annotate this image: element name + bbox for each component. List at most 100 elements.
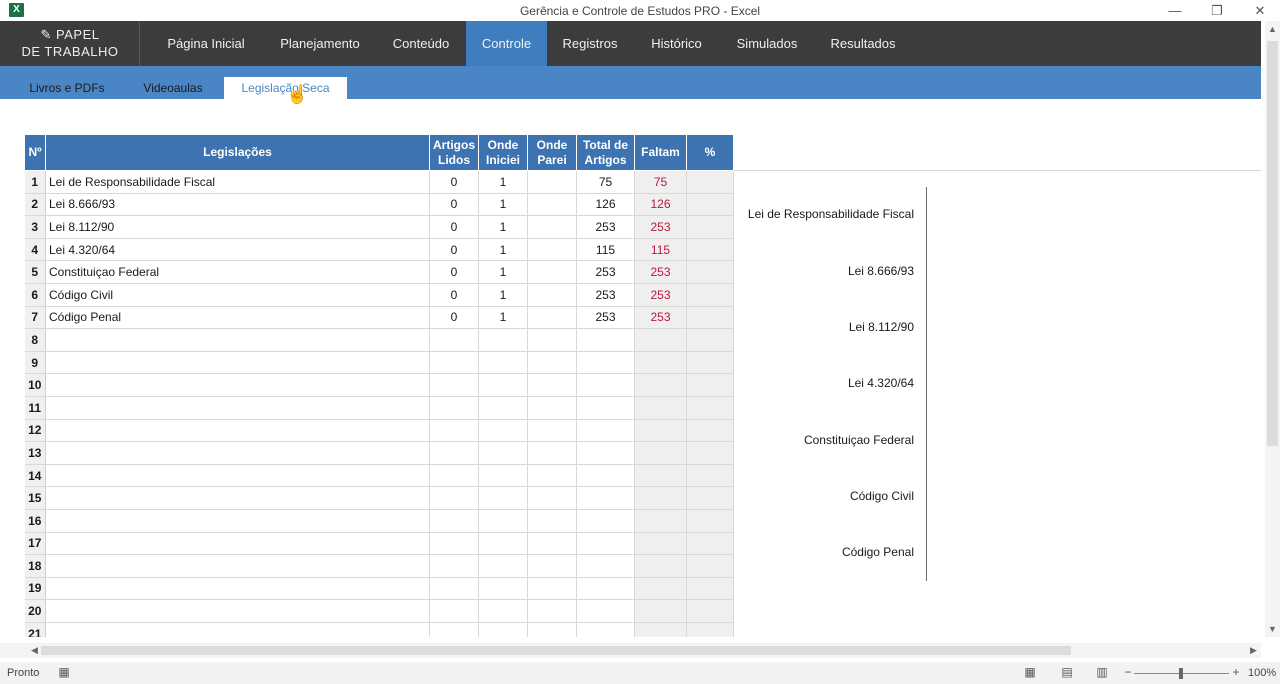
onde-iniciei-cell[interactable]: 1	[478, 193, 528, 217]
faltam-cell[interactable]: 253	[634, 260, 687, 284]
legislacao-cell[interactable]: Lei 4.320/64	[45, 238, 430, 262]
onde-parei-cell[interactable]	[527, 170, 577, 194]
total-artigos-cell[interactable]	[576, 622, 635, 637]
total-artigos-cell[interactable]	[576, 532, 635, 556]
percent-cell[interactable]	[686, 170, 734, 194]
close-button[interactable]: ✕	[1240, 0, 1280, 21]
total-artigos-cell[interactable]	[576, 441, 635, 465]
scroll-down-icon[interactable]: ▼	[1268, 624, 1277, 634]
header-onde-iniciei[interactable]: Onde Iniciei	[478, 134, 528, 171]
artigos-lidos-cell[interactable]	[429, 373, 479, 397]
percent-cell[interactable]	[686, 396, 734, 420]
artigos-lidos-cell[interactable]	[429, 599, 479, 623]
legislacao-cell[interactable]	[45, 464, 430, 488]
total-artigos-cell[interactable]: 253	[576, 215, 635, 239]
row-number[interactable]: 21	[24, 622, 46, 637]
zoom-slider-thumb[interactable]	[1179, 668, 1183, 679]
legislacao-cell[interactable]	[45, 599, 430, 623]
total-artigos-cell[interactable]	[576, 373, 635, 397]
legislacao-cell[interactable]: Constituiçao Federal	[45, 260, 430, 284]
total-artigos-cell[interactable]	[576, 396, 635, 420]
artigos-lidos-cell[interactable]	[429, 328, 479, 352]
nav-controle[interactable]: Controle	[466, 21, 547, 66]
faltam-cell[interactable]	[634, 441, 687, 465]
faltam-cell[interactable]	[634, 396, 687, 420]
onde-iniciei-cell[interactable]	[478, 486, 528, 510]
onde-iniciei-cell[interactable]	[478, 532, 528, 556]
onde-parei-cell[interactable]	[527, 464, 577, 488]
macro-record-icon[interactable]: ▦	[57, 666, 71, 679]
header-onde-parei[interactable]: Onde Parei	[527, 134, 577, 171]
percent-cell[interactable]	[686, 464, 734, 488]
minimize-button[interactable]: —	[1155, 0, 1195, 21]
legislacao-cell[interactable]	[45, 419, 430, 443]
onde-iniciei-cell[interactable]	[478, 373, 528, 397]
nav-resultados[interactable]: Resultados	[822, 21, 904, 66]
artigos-lidos-cell[interactable]	[429, 419, 479, 443]
legislacao-cell[interactable]	[45, 351, 430, 375]
onde-iniciei-cell[interactable]	[478, 328, 528, 352]
percent-cell[interactable]	[686, 351, 734, 375]
faltam-cell[interactable]: 253	[634, 306, 687, 330]
legislacao-cell[interactable]: Lei 8.666/93	[45, 193, 430, 217]
artigos-lidos-cell[interactable]	[429, 509, 479, 533]
total-artigos-cell[interactable]	[576, 554, 635, 578]
vertical-scroll-thumb[interactable]	[1267, 41, 1278, 446]
faltam-cell[interactable]	[634, 373, 687, 397]
faltam-cell[interactable]	[634, 622, 687, 637]
onde-iniciei-cell[interactable]	[478, 509, 528, 533]
header-legislacoes[interactable]: Legislações	[45, 134, 430, 171]
total-artigos-cell[interactable]	[576, 351, 635, 375]
onde-parei-cell[interactable]	[527, 441, 577, 465]
zoom-out-button[interactable]: −	[1121, 666, 1135, 679]
tab-videoaulas[interactable]: Videoaulas	[130, 77, 216, 99]
artigos-lidos-cell[interactable]: 0	[429, 215, 479, 239]
faltam-cell[interactable]	[634, 577, 687, 601]
row-number[interactable]: 3	[24, 215, 46, 239]
row-number[interactable]: 12	[24, 419, 46, 443]
horizontal-scrollbar[interactable]: ◀ ▶	[0, 643, 1261, 658]
row-number[interactable]: 20	[24, 599, 46, 623]
onde-parei-cell[interactable]	[527, 509, 577, 533]
percent-cell[interactable]	[686, 509, 734, 533]
percent-cell[interactable]	[686, 283, 734, 307]
faltam-cell[interactable]	[634, 599, 687, 623]
artigos-lidos-cell[interactable]: 0	[429, 170, 479, 194]
artigos-lidos-cell[interactable]	[429, 351, 479, 375]
artigos-lidos-cell[interactable]	[429, 577, 479, 601]
page-layout-view-icon[interactable]: ▤	[1060, 666, 1074, 679]
total-artigos-cell[interactable]: 126	[576, 193, 635, 217]
onde-iniciei-cell[interactable]: 1	[478, 283, 528, 307]
total-artigos-cell[interactable]: 253	[576, 283, 635, 307]
legislacao-cell[interactable]: Código Penal	[45, 306, 430, 330]
row-number[interactable]: 11	[24, 396, 46, 420]
legislacao-cell[interactable]: Lei 8.112/90	[45, 215, 430, 239]
nav-simulados[interactable]: Simulados	[727, 21, 807, 66]
total-artigos-cell[interactable]	[576, 509, 635, 533]
onde-parei-cell[interactable]	[527, 283, 577, 307]
row-number[interactable]: 8	[24, 328, 46, 352]
onde-iniciei-cell[interactable]: 1	[478, 215, 528, 239]
faltam-cell[interactable]	[634, 486, 687, 510]
nav-planejamento[interactable]: Planejamento	[272, 21, 368, 66]
header-total-artigos[interactable]: Total de Artigos	[576, 134, 635, 171]
nav-conteudo[interactable]: Conteúdo	[380, 21, 462, 66]
onde-parei-cell[interactable]	[527, 351, 577, 375]
nav-registros[interactable]: Registros	[552, 21, 628, 66]
onde-parei-cell[interactable]	[527, 577, 577, 601]
total-artigos-cell[interactable]	[576, 599, 635, 623]
total-artigos-cell[interactable]	[576, 486, 635, 510]
faltam-cell[interactable]	[634, 328, 687, 352]
artigos-lidos-cell[interactable]: 0	[429, 306, 479, 330]
nav-historico[interactable]: Histórico	[640, 21, 713, 66]
legislacao-cell[interactable]: Código Civil	[45, 283, 430, 307]
artigos-lidos-cell[interactable]: 0	[429, 193, 479, 217]
percent-cell[interactable]	[686, 577, 734, 601]
total-artigos-cell[interactable]	[576, 464, 635, 488]
row-number[interactable]: 18	[24, 554, 46, 578]
faltam-cell[interactable]: 75	[634, 170, 687, 194]
artigos-lidos-cell[interactable]	[429, 396, 479, 420]
faltam-cell[interactable]	[634, 532, 687, 556]
onde-parei-cell[interactable]	[527, 193, 577, 217]
percent-cell[interactable]	[686, 622, 734, 637]
